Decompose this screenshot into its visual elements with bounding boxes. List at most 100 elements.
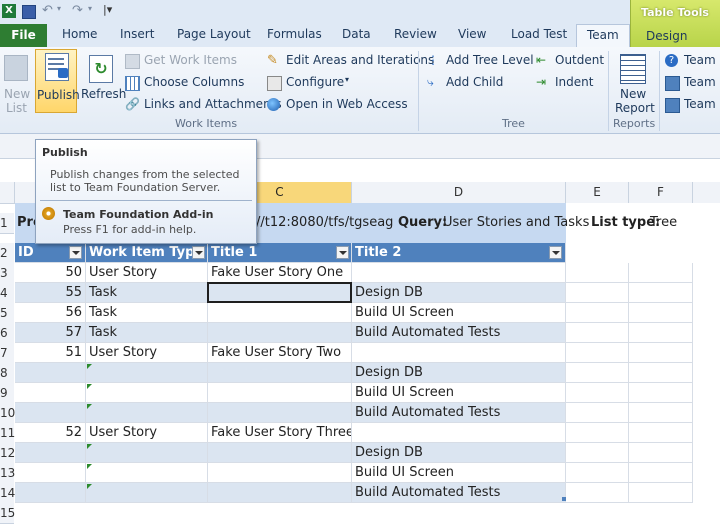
column-header-f[interactable]: F [629, 182, 693, 203]
add-tree-level-button[interactable]: ⋮ Add Tree Level [427, 53, 534, 70]
get-work-items-button[interactable]: Get Work Items [125, 53, 260, 70]
cell-empty[interactable] [566, 443, 629, 463]
cell-empty[interactable] [566, 263, 629, 283]
filter-dropdown-icon[interactable] [192, 246, 205, 259]
error-indicator-icon[interactable] [87, 404, 92, 409]
row-header[interactable]: 2 [0, 243, 14, 264]
cell-empty[interactable] [566, 323, 629, 343]
team-button-3[interactable]: Team P [665, 97, 720, 114]
cell-id[interactable] [15, 403, 86, 423]
cell-title-1[interactable] [208, 323, 352, 343]
cell-title-2[interactable]: Build Automated Tests [352, 483, 566, 503]
active-cell[interactable] [207, 282, 352, 303]
select-all-corner[interactable] [0, 182, 15, 203]
cell-work-item-type[interactable] [86, 443, 208, 463]
cell-id[interactable]: 52 [15, 423, 86, 443]
cell-empty[interactable] [566, 363, 629, 383]
row-header[interactable]: 3 [0, 263, 14, 284]
tab-load-test[interactable]: Load Test [511, 27, 567, 41]
filter-dropdown-icon[interactable] [549, 246, 562, 259]
cell-id[interactable]: 57 [15, 323, 86, 343]
cell-title-2[interactable]: Build UI Screen [352, 303, 566, 323]
cell-empty[interactable] [629, 363, 693, 383]
error-indicator-icon[interactable] [87, 484, 92, 489]
row-header[interactable]: 7 [0, 343, 14, 364]
tab-formulas[interactable]: Formulas [267, 27, 322, 41]
error-indicator-icon[interactable] [87, 444, 92, 449]
filter-dropdown-icon[interactable] [69, 246, 82, 259]
cell-empty[interactable] [629, 283, 693, 303]
cell-title-1[interactable] [208, 483, 352, 503]
row-header[interactable]: 9 [0, 383, 14, 404]
cell-work-item-type[interactable]: Task [86, 323, 208, 343]
filter-dropdown-icon[interactable] [336, 246, 349, 259]
cell-id[interactable]: 56 [15, 303, 86, 323]
cell-title-1[interactable] [208, 363, 352, 383]
cell-title-2[interactable]: Design DB [352, 443, 566, 463]
cell-work-item-type[interactable] [86, 483, 208, 503]
cell-title-2[interactable]: Build UI Screen [352, 463, 566, 483]
cell-empty[interactable] [629, 263, 693, 283]
column-header-d[interactable]: D [352, 182, 566, 203]
cell-work-item-type[interactable]: User Story [86, 263, 208, 283]
cell-id[interactable]: 50 [15, 263, 86, 283]
add-child-button[interactable]: ⤷ Add Child [427, 75, 527, 92]
table-header-id[interactable]: ID [15, 243, 86, 263]
cell-title-2[interactable]: Build Automated Tests [352, 403, 566, 423]
new-list-button[interactable]: New List [0, 51, 32, 115]
cell-work-item-type[interactable]: User Story [86, 343, 208, 363]
cell-work-item-type[interactable] [86, 403, 208, 423]
new-report-button[interactable]: New Report [612, 51, 655, 115]
cell-empty[interactable] [629, 483, 693, 503]
outdent-button[interactable]: ⇤ Outdent [536, 53, 606, 70]
cell-empty[interactable] [629, 463, 693, 483]
tab-team[interactable]: Team [576, 24, 630, 48]
cell-empty[interactable] [566, 423, 629, 443]
cell-work-item-type[interactable] [86, 463, 208, 483]
redo-icon[interactable]: ↷ [72, 3, 83, 18]
cell-title-2[interactable]: Build Automated Tests [352, 323, 566, 343]
cell-title-1[interactable] [208, 443, 352, 463]
row-header[interactable]: 12 [0, 443, 15, 464]
undo-dropdown-icon[interactable]: ▾ [57, 4, 61, 13]
customize-toolbar-icon[interactable]: |▾ [103, 3, 112, 16]
redo-dropdown-icon[interactable]: ▾ [88, 4, 92, 13]
cell-empty[interactable] [566, 303, 629, 323]
cell-empty[interactable] [566, 483, 629, 503]
cell-work-item-type[interactable]: Task [86, 283, 208, 303]
cell-title-1[interactable]: Fake User Story One [208, 263, 352, 283]
links-and-attachments-button[interactable]: 🔗 Links and Attachments [125, 97, 282, 114]
cell-id[interactable] [15, 443, 86, 463]
tab-view[interactable]: View [458, 27, 486, 41]
cell-id[interactable] [15, 463, 86, 483]
table-header-title-1[interactable]: Title 1 [208, 243, 352, 263]
cell-id[interactable] [15, 483, 86, 503]
row-header[interactable]: 11 [0, 423, 15, 444]
open-web-access-button[interactable]: Open in Web Access [267, 97, 408, 114]
error-indicator-icon[interactable] [87, 464, 92, 469]
table-resize-handle[interactable] [562, 497, 566, 501]
row-header[interactable]: 5 [0, 303, 14, 324]
cell-title-2[interactable]: Design DB [352, 363, 566, 383]
configure-button[interactable]: Configure ▾ [267, 75, 367, 92]
row-header[interactable]: 1 [0, 213, 14, 234]
excel-icon[interactable]: X [2, 4, 16, 18]
cell-empty[interactable] [629, 383, 693, 403]
cell-work-item-type[interactable] [86, 383, 208, 403]
cell-id[interactable]: 51 [15, 343, 86, 363]
row-header[interactable]: 14 [0, 483, 15, 504]
cell-title-2[interactable]: Build UI Screen [352, 383, 566, 403]
cell-empty[interactable] [566, 463, 629, 483]
cell-empty[interactable] [566, 383, 629, 403]
cell-title-1[interactable] [208, 383, 352, 403]
table-header-work-item-type[interactable]: Work Item Type [86, 243, 208, 263]
publish-button[interactable]: Publish [35, 49, 80, 113]
cell-title-1[interactable] [208, 463, 352, 483]
cell-empty[interactable] [629, 403, 693, 423]
tab-review[interactable]: Review [394, 27, 437, 41]
row-header[interactable]: 15 [0, 503, 15, 524]
tab-insert[interactable]: Insert [120, 27, 154, 41]
refresh-button[interactable]: ↻ Refresh [79, 51, 126, 113]
row-header[interactable]: 8 [0, 363, 14, 384]
cell-empty[interactable] [629, 343, 693, 363]
